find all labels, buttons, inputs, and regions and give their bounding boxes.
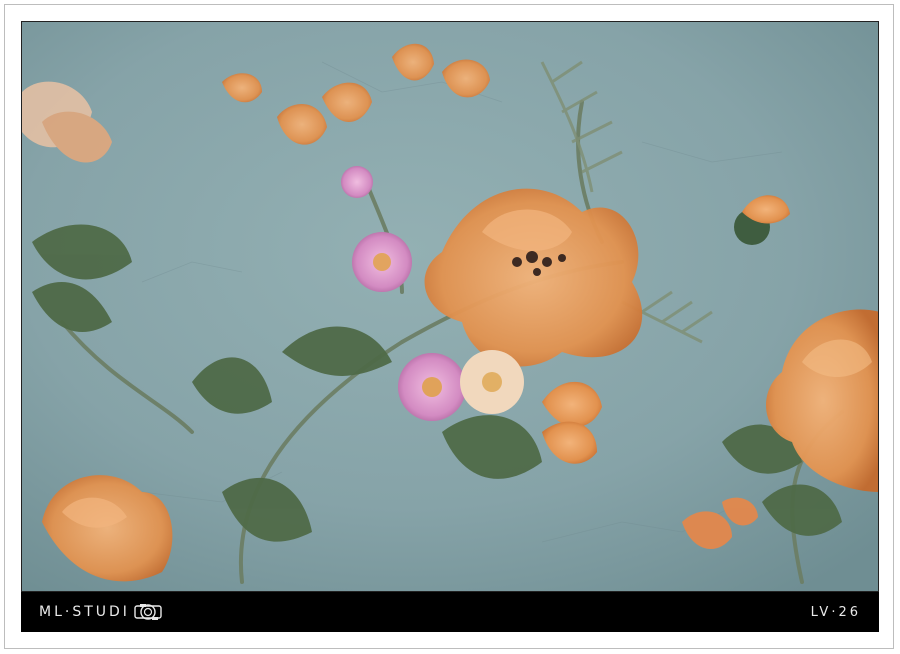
studio-brand: ML·STUDI <box>39 601 162 623</box>
floral-artwork <box>21 21 879 592</box>
footer-bar: ML·STUDI LV·26 <box>21 592 879 632</box>
catalog-code: LV·26 <box>810 604 861 620</box>
camera-lens-icon <box>134 604 162 620</box>
brand-text: ML·STUDI <box>39 604 130 620</box>
floral-illustration <box>22 22 878 591</box>
